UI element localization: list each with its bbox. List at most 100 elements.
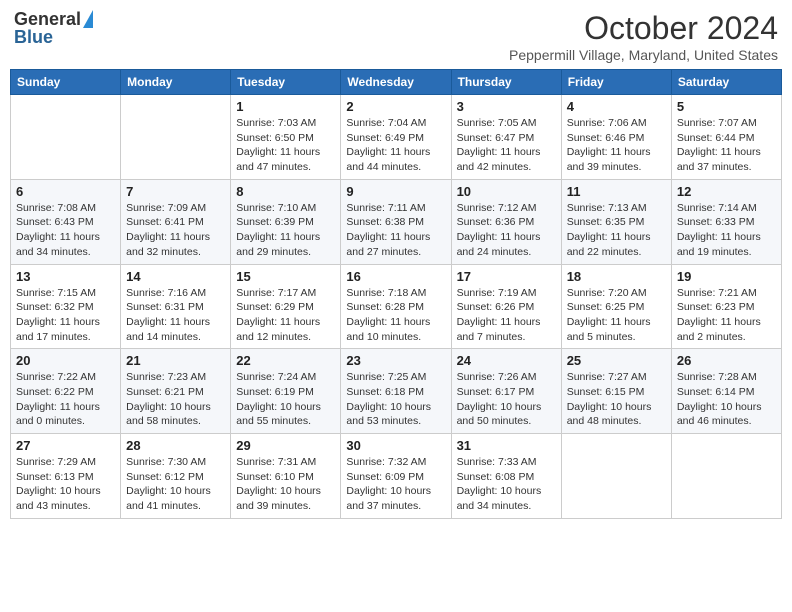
- day-number: 27: [16, 438, 115, 453]
- page-header: General Blue October 2024 Peppermill Vil…: [10, 10, 782, 63]
- day-info: Sunrise: 7:12 AM Sunset: 6:36 PM Dayligh…: [457, 201, 556, 260]
- day-number: 25: [567, 353, 666, 368]
- day-number: 12: [677, 184, 776, 199]
- day-number: 1: [236, 99, 335, 114]
- day-info: Sunrise: 7:14 AM Sunset: 6:33 PM Dayligh…: [677, 201, 776, 260]
- day-number: 7: [126, 184, 225, 199]
- day-info: Sunrise: 7:21 AM Sunset: 6:23 PM Dayligh…: [677, 286, 776, 345]
- day-info: Sunrise: 7:15 AM Sunset: 6:32 PM Dayligh…: [16, 286, 115, 345]
- calendar-cell: 1 Sunrise: 7:03 AM Sunset: 6:50 PM Daylig…: [231, 95, 341, 180]
- day-number: 11: [567, 184, 666, 199]
- day-number: 9: [346, 184, 445, 199]
- day-number: 24: [457, 353, 556, 368]
- calendar-cell: [671, 434, 781, 519]
- day-number: 8: [236, 184, 335, 199]
- day-info: Sunrise: 7:03 AM Sunset: 6:50 PM Dayligh…: [236, 116, 335, 175]
- calendar-cell: 22 Sunrise: 7:24 AM Sunset: 6:19 PM Dayli…: [231, 349, 341, 434]
- day-info: Sunrise: 7:20 AM Sunset: 6:25 PM Dayligh…: [567, 286, 666, 345]
- calendar-cell: 17Sunrise: 7:19 AM Sunset: 6:26 PM Dayli…: [451, 264, 561, 349]
- calendar-cell: 23 Sunrise: 7:25 AM Sunset: 6:18 PM Dayli…: [341, 349, 451, 434]
- logo: General Blue: [14, 10, 93, 46]
- calendar-cell: 5Sunrise: 7:07 AM Sunset: 6:44 PM Daylig…: [671, 95, 781, 180]
- day-info: Sunrise: 7:28 AM Sunset: 6:14 PM Dayligh…: [677, 370, 776, 429]
- calendar-cell: 25 Sunrise: 7:27 AM Sunset: 6:15 PM Dayli…: [561, 349, 671, 434]
- day-number: 14: [126, 269, 225, 284]
- day-number: 16: [346, 269, 445, 284]
- day-info: Sunrise: 7:29 AM Sunset: 6:13 PM Dayligh…: [16, 455, 115, 514]
- calendar-cell: 24 Sunrise: 7:26 AM Sunset: 6:17 PM Dayli…: [451, 349, 561, 434]
- col-header-friday: Friday: [561, 70, 671, 95]
- day-number: 23: [346, 353, 445, 368]
- calendar-cell: 15 Sunrise: 7:17 AM Sunset: 6:29 PM Dayli…: [231, 264, 341, 349]
- day-number: 5: [677, 99, 776, 114]
- title-block: October 2024 Peppermill Village, Marylan…: [509, 10, 778, 63]
- day-number: 28: [126, 438, 225, 453]
- day-number: 6: [16, 184, 115, 199]
- col-header-tuesday: Tuesday: [231, 70, 341, 95]
- day-number: 30: [346, 438, 445, 453]
- day-info: Sunrise: 7:13 AM Sunset: 6:35 PM Dayligh…: [567, 201, 666, 260]
- day-info: Sunrise: 7:18 AM Sunset: 6:28 PM Dayligh…: [346, 286, 445, 345]
- day-info: Sunrise: 7:30 AM Sunset: 6:12 PM Dayligh…: [126, 455, 225, 514]
- day-info: Sunrise: 7:05 AM Sunset: 6:47 PM Dayligh…: [457, 116, 556, 175]
- day-number: 13: [16, 269, 115, 284]
- day-number: 2: [346, 99, 445, 114]
- day-info: Sunrise: 7:26 AM Sunset: 6:17 PM Dayligh…: [457, 370, 556, 429]
- calendar-cell: 28 Sunrise: 7:30 AM Sunset: 6:12 PM Dayli…: [121, 434, 231, 519]
- day-info: Sunrise: 7:04 AM Sunset: 6:49 PM Dayligh…: [346, 116, 445, 175]
- day-number: 31: [457, 438, 556, 453]
- calendar-cell: 18 Sunrise: 7:20 AM Sunset: 6:25 PM Dayli…: [561, 264, 671, 349]
- calendar-cell: 8 Sunrise: 7:10 AM Sunset: 6:39 PM Daylig…: [231, 179, 341, 264]
- calendar-cell: [121, 95, 231, 180]
- day-info: Sunrise: 7:27 AM Sunset: 6:15 PM Dayligh…: [567, 370, 666, 429]
- day-info: Sunrise: 7:11 AM Sunset: 6:38 PM Dayligh…: [346, 201, 445, 260]
- day-info: Sunrise: 7:32 AM Sunset: 6:09 PM Dayligh…: [346, 455, 445, 514]
- day-number: 20: [16, 353, 115, 368]
- day-info: Sunrise: 7:33 AM Sunset: 6:08 PM Dayligh…: [457, 455, 556, 514]
- day-info: Sunrise: 7:16 AM Sunset: 6:31 PM Dayligh…: [126, 286, 225, 345]
- day-number: 29: [236, 438, 335, 453]
- calendar-cell: 14 Sunrise: 7:16 AM Sunset: 6:31 PM Dayli…: [121, 264, 231, 349]
- day-info: Sunrise: 7:22 AM Sunset: 6:22 PM Dayligh…: [16, 370, 115, 429]
- calendar-cell: 11 Sunrise: 7:13 AM Sunset: 6:35 PM Dayli…: [561, 179, 671, 264]
- calendar-cell: 31 Sunrise: 7:33 AM Sunset: 6:08 PM Dayli…: [451, 434, 561, 519]
- day-info: Sunrise: 7:06 AM Sunset: 6:46 PM Dayligh…: [567, 116, 666, 175]
- day-number: 15: [236, 269, 335, 284]
- day-info: Sunrise: 7:10 AM Sunset: 6:39 PM Dayligh…: [236, 201, 335, 260]
- calendar-cell: 13 Sunrise: 7:15 AM Sunset: 6:32 PM Dayli…: [11, 264, 121, 349]
- calendar-cell: 4 Sunrise: 7:06 AM Sunset: 6:46 PM Daylig…: [561, 95, 671, 180]
- day-number: 19: [677, 269, 776, 284]
- day-number: 22: [236, 353, 335, 368]
- calendar-cell: 20 Sunrise: 7:22 AM Sunset: 6:22 PM Dayli…: [11, 349, 121, 434]
- month-title: October 2024: [509, 10, 778, 47]
- day-info: Sunrise: 7:17 AM Sunset: 6:29 PM Dayligh…: [236, 286, 335, 345]
- calendar-cell: 10Sunrise: 7:12 AM Sunset: 6:36 PM Dayli…: [451, 179, 561, 264]
- calendar-cell: [561, 434, 671, 519]
- col-header-sunday: Sunday: [11, 70, 121, 95]
- col-header-saturday: Saturday: [671, 70, 781, 95]
- logo-blue-text: Blue: [14, 28, 53, 46]
- calendar-cell: 9 Sunrise: 7:11 AM Sunset: 6:38 PM Daylig…: [341, 179, 451, 264]
- col-header-monday: Monday: [121, 70, 231, 95]
- calendar-cell: 2 Sunrise: 7:04 AM Sunset: 6:49 PM Daylig…: [341, 95, 451, 180]
- day-number: 26: [677, 353, 776, 368]
- day-info: Sunrise: 7:23 AM Sunset: 6:21 PM Dayligh…: [126, 370, 225, 429]
- calendar-cell: 30 Sunrise: 7:32 AM Sunset: 6:09 PM Dayli…: [341, 434, 451, 519]
- calendar-cell: 12 Sunrise: 7:14 AM Sunset: 6:33 PM Dayli…: [671, 179, 781, 264]
- day-number: 21: [126, 353, 225, 368]
- day-info: Sunrise: 7:08 AM Sunset: 6:43 PM Dayligh…: [16, 201, 115, 260]
- day-info: Sunrise: 7:25 AM Sunset: 6:18 PM Dayligh…: [346, 370, 445, 429]
- day-number: 18: [567, 269, 666, 284]
- location-text: Peppermill Village, Maryland, United Sta…: [509, 47, 778, 63]
- day-info: Sunrise: 7:24 AM Sunset: 6:19 PM Dayligh…: [236, 370, 335, 429]
- calendar-cell: 6 Sunrise: 7:08 AM Sunset: 6:43 PM Daylig…: [11, 179, 121, 264]
- calendar-cell: 27 Sunrise: 7:29 AM Sunset: 6:13 PM Dayli…: [11, 434, 121, 519]
- calendar-cell: 3 Sunrise: 7:05 AM Sunset: 6:47 PM Daylig…: [451, 95, 561, 180]
- calendar-cell: 21 Sunrise: 7:23 AM Sunset: 6:21 PM Dayli…: [121, 349, 231, 434]
- calendar-cell: 26 Sunrise: 7:28 AM Sunset: 6:14 PM Dayli…: [671, 349, 781, 434]
- day-number: 17: [457, 269, 556, 284]
- day-number: 4: [567, 99, 666, 114]
- calendar-cell: 29Sunrise: 7:31 AM Sunset: 6:10 PM Dayli…: [231, 434, 341, 519]
- col-header-thursday: Thursday: [451, 70, 561, 95]
- day-number: 3: [457, 99, 556, 114]
